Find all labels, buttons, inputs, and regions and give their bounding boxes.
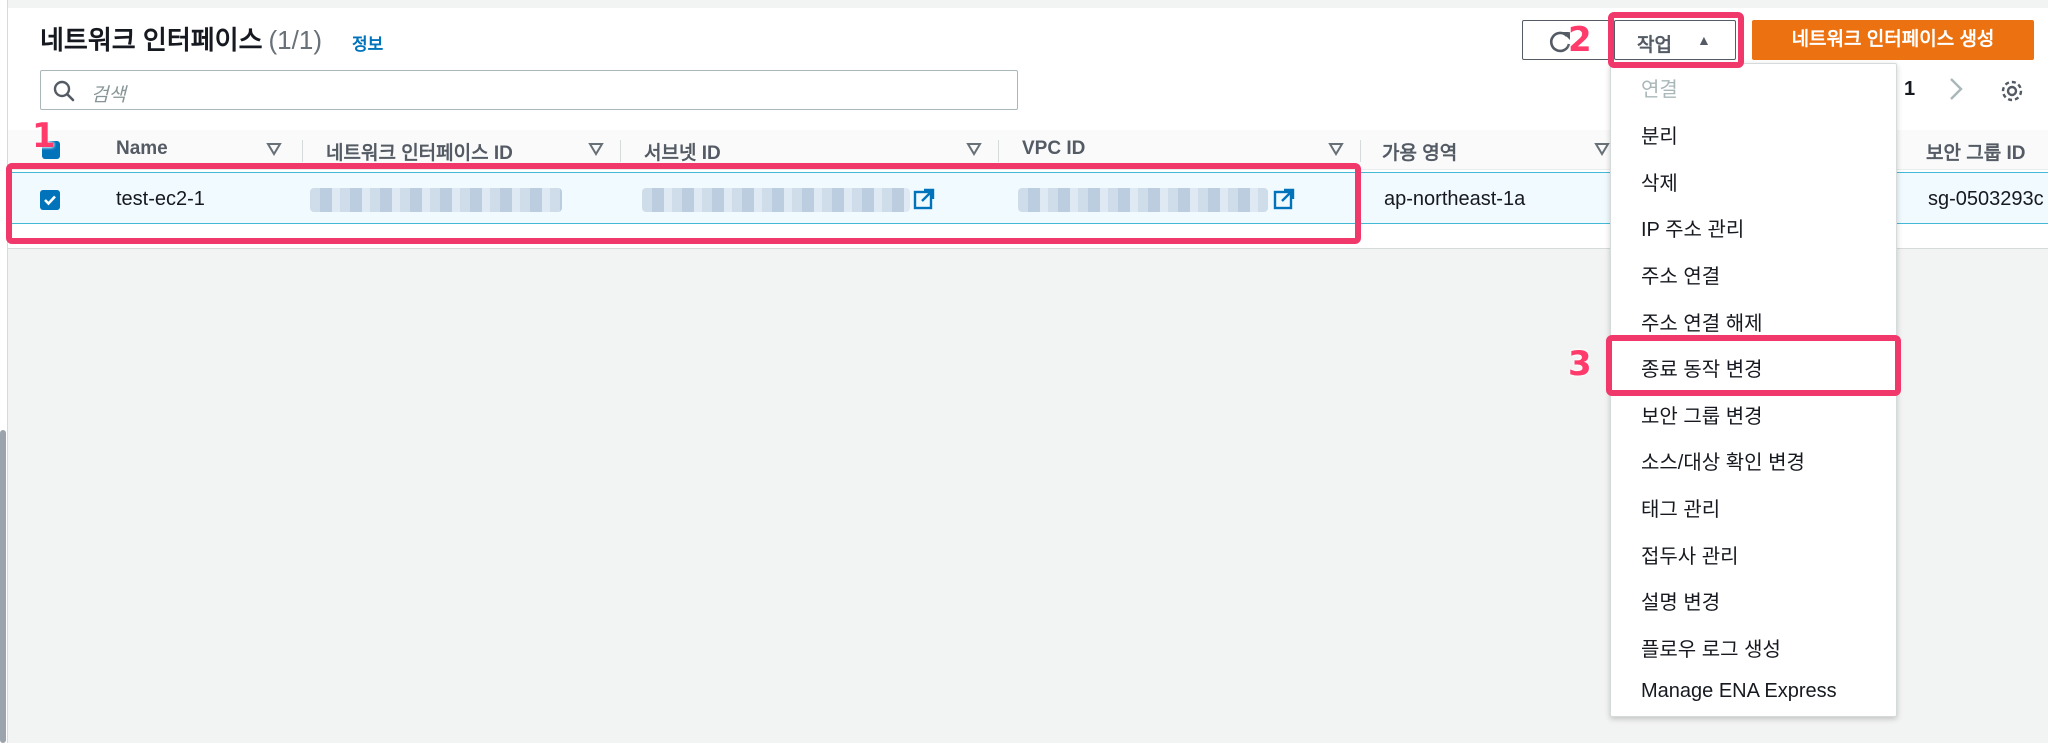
column-header-security-group-id[interactable]: 보안 그룹 ID <box>1926 138 2025 165</box>
sort-icon[interactable] <box>966 142 982 156</box>
menu-item-associate-address[interactable]: 주소 연결 <box>1641 260 1720 289</box>
gear-icon[interactable] <box>1998 77 2026 105</box>
page-title-text: 네트워크 인터페이스 <box>40 25 263 55</box>
annotation-step-1: 1 <box>32 116 56 156</box>
sort-icon[interactable] <box>266 142 282 156</box>
column-separator[interactable] <box>302 140 303 162</box>
annotation-step-2: 2 <box>1568 20 1592 60</box>
next-page-icon[interactable] <box>1944 74 1968 104</box>
menu-item-detach[interactable]: 분리 <box>1641 120 1678 149</box>
column-separator[interactable] <box>998 140 999 162</box>
menu-item-manage-ip[interactable]: IP 주소 관리 <box>1641 213 1744 242</box>
page-title: 네트워크 인터페이스 (1/1) <box>40 20 322 57</box>
menu-item-create-flow-log[interactable]: 플로우 로그 생성 <box>1641 633 1781 662</box>
search-placeholder: 검색 <box>91 85 126 106</box>
search-icon <box>53 80 75 102</box>
menu-item-change-source-dest-check[interactable]: 소스/대상 확인 변경 <box>1641 446 1805 475</box>
column-header-subnet-id[interactable]: 서브넷 ID <box>644 138 721 165</box>
create-network-interface-button[interactable]: 네트워크 인터페이스 생성 <box>1752 20 2034 60</box>
annotation-step-3: 3 <box>1568 344 1592 384</box>
menu-item-manage-ena-express[interactable]: Manage ENA Express <box>1641 680 1837 703</box>
highlight-box-selected-row <box>6 163 1361 244</box>
refresh-button[interactable] <box>1522 20 1612 60</box>
menu-item-change-description[interactable]: 설명 변경 <box>1641 586 1720 615</box>
column-header-availability-zone[interactable]: 가용 영역 <box>1382 138 1457 165</box>
info-link[interactable]: 정보 <box>352 30 383 55</box>
column-header-name[interactable]: Name <box>116 138 168 160</box>
column-separator[interactable] <box>620 140 621 162</box>
menu-item-delete[interactable]: 삭제 <box>1641 167 1678 196</box>
menu-item-change-security-groups[interactable]: 보안 그룹 변경 <box>1641 400 1763 429</box>
column-header-eni-id[interactable]: 네트워크 인터페이스 ID <box>326 138 513 165</box>
menu-item-disassociate-address[interactable]: 주소 연결 해제 <box>1641 307 1763 336</box>
column-header-vpc-id[interactable]: VPC ID <box>1022 138 1085 160</box>
sort-icon[interactable] <box>588 142 604 156</box>
menu-item-attach: 연결 <box>1641 79 1678 101</box>
selection-count: (1/1) <box>268 25 322 55</box>
menu-item-manage-prefixes[interactable]: 접두사 관리 <box>1641 540 1739 569</box>
column-separator[interactable] <box>1360 140 1361 162</box>
highlight-box-change-termination <box>1606 335 1901 396</box>
row-security-group: sg-0503293c <box>1928 188 2044 210</box>
search-input[interactable]: 검색 <box>40 70 1018 110</box>
sort-icon[interactable] <box>1328 142 1344 156</box>
left-scrollbar[interactable] <box>0 430 6 743</box>
highlight-box-actions-button <box>1608 12 1744 68</box>
current-page-number[interactable]: 1 <box>1904 78 1915 101</box>
row-availability-zone: ap-northeast-1a <box>1384 188 1526 210</box>
sort-icon[interactable] <box>1594 142 1610 156</box>
menu-item-manage-tags[interactable]: 태그 관리 <box>1641 493 1720 522</box>
